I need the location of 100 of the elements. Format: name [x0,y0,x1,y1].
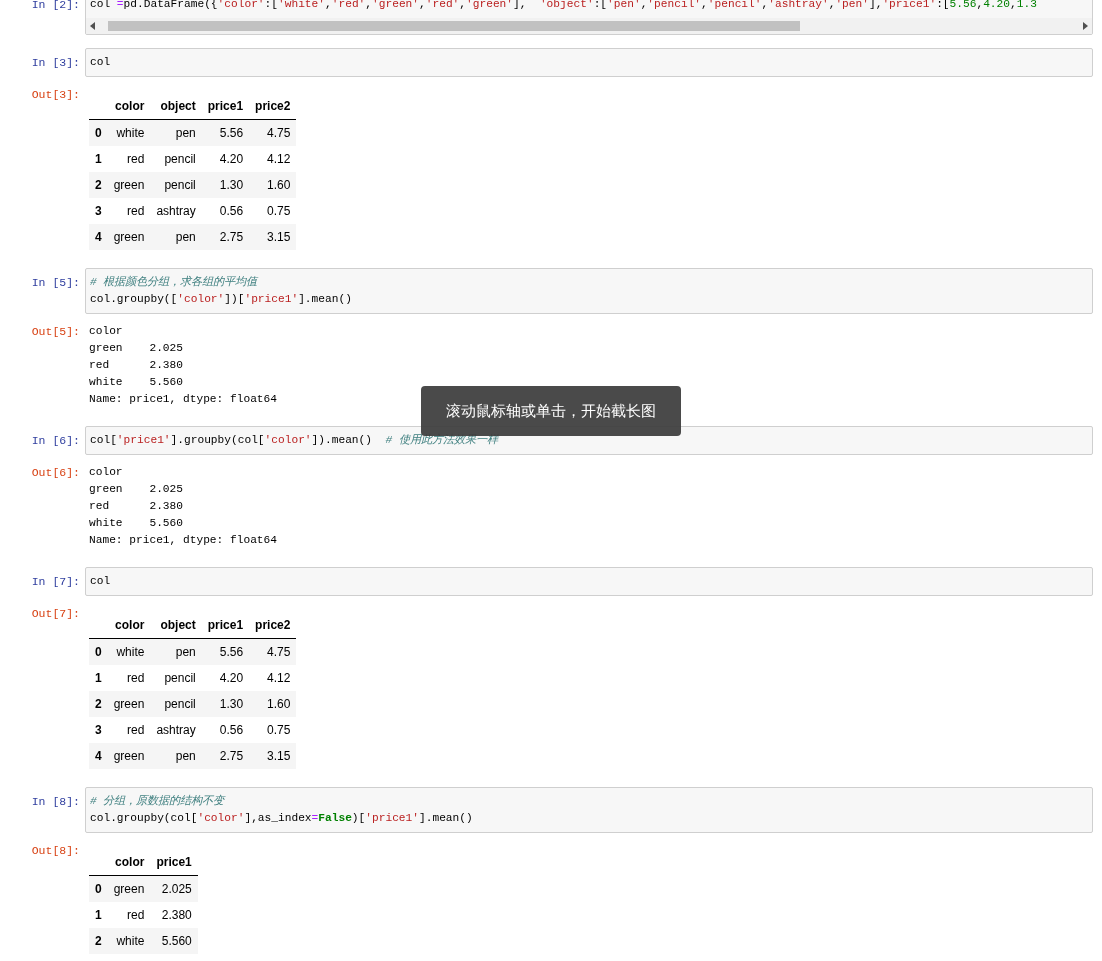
code-line: col.groupby(col['color'],as_index=False)['price1'].mean() [90,811,474,826]
table-cell: 4.12 [249,146,297,172]
output-line: red 2.380 [89,358,183,373]
column-header: price1 [150,849,198,876]
row-index: 1 [89,146,108,172]
input-prompt: In [8]: [30,794,81,810]
code-comment: # 根据颜色分组，求各组的平均值 [90,274,259,290]
column-header: price2 [249,612,297,639]
code-cell[interactable]: col['price1'].groupby(col['color']).mean() # 使用此方法效果一样 [85,426,1093,455]
table-cell: pen [150,224,202,250]
table-cell: red [107,198,151,224]
table-cell: pencil [150,146,202,172]
row-index: 0 [89,638,108,665]
table-cell: 2.75 [201,224,250,250]
output-line: color [89,465,123,480]
table-cell: 4.20 [201,146,250,172]
table-cell: ashtray [150,198,202,224]
table-cell: green [107,743,151,769]
output-line: white 5.560 [89,516,183,531]
table-cell: green [107,691,151,717]
row-index: 1 [89,902,108,928]
column-header: object [150,93,202,120]
table-cell: 2.380 [150,902,198,928]
table-cell: 3.15 [249,224,297,250]
code-line: col [90,55,112,70]
table-cell: 0.75 [249,198,297,224]
column-header: color [107,849,151,876]
table-cell: pen [150,743,202,769]
table-cell: 5.56 [201,119,250,146]
input-prompt: In [7]: [30,574,81,590]
column-header: object [150,612,202,639]
table-cell: 5.560 [150,928,198,954]
input-prompt: In [3]: [30,55,81,71]
output-prompt: Out[6]: [30,465,81,481]
output-line: green 2.025 [89,482,183,497]
table-cell: 2.025 [150,875,198,902]
table-cell: ashtray [150,717,202,743]
table-cell: 1.60 [249,172,297,198]
column-header: price2 [249,93,297,120]
output-prompt: Out[5]: [30,324,81,340]
code-line: col [90,574,112,589]
table-cell: white [107,928,151,954]
row-index: 3 [89,198,108,224]
table-cell: white [107,119,151,146]
column-header: price1 [201,93,250,120]
row-index: 0 [89,875,108,902]
table-cell: 0.75 [249,717,297,743]
table-cell: green [107,224,151,250]
output-prompt: Out[8]: [30,843,81,859]
table-cell: red [107,717,151,743]
table-cell: pen [150,119,202,146]
table-cell: 4.75 [249,638,297,665]
row-index: 2 [89,691,108,717]
table-cell: 2.75 [201,743,250,769]
output-prompt: Out[7]: [30,606,81,622]
code-cell[interactable]: col [85,48,1093,77]
code-line: col.groupby(['color'])['price1'].mean() [90,292,353,307]
output-line: color [89,324,123,339]
screenshot-toast: 滚动鼠标轴或单击，开始截长图 [421,386,681,436]
table-cell: 3.15 [249,743,297,769]
table-cell: 1.30 [201,172,250,198]
table-cell: 1.60 [249,691,297,717]
output-line: Name: price1, dtype: float64 [89,392,277,407]
code-cell[interactable]: col [85,567,1093,596]
table-cell: green [107,172,151,198]
code-cell[interactable]: # 分组，原数据的结构不变 col.groupby(col['color'],as_index=False)['price1'].mean() [85,787,1093,833]
row-index: 2 [89,172,108,198]
table-cell: pen [150,638,202,665]
output-line: white 5.560 [89,375,183,390]
row-index: 4 [89,224,108,250]
table-cell: red [107,146,151,172]
table-cell: 5.56 [201,638,250,665]
horizontal-scrollbar[interactable] [86,18,1092,34]
table-cell: pencil [150,665,202,691]
table-cell: red [107,665,151,691]
row-index: 3 [89,717,108,743]
code-cell[interactable]: # 根据颜色分组，求各组的平均值 col.groupby(['color'])['price1'].mean() [85,268,1093,314]
column-header: price1 [201,612,250,639]
input-prompt: In [5]: [30,275,81,291]
table-cell: 1.30 [201,691,250,717]
output-prompt: Out[3]: [30,87,81,103]
table-cell: 4.20 [201,665,250,691]
table-cell: pencil [150,172,202,198]
column-header: color [107,612,151,639]
row-index: 1 [89,665,108,691]
table-cell: 4.12 [249,665,297,691]
row-index: 0 [89,119,108,146]
table-cell: 0.56 [201,717,250,743]
table-cell: green [107,875,151,902]
input-prompt: In [2]: [30,0,81,13]
table-cell: red [107,902,151,928]
row-index: 4 [89,743,108,769]
code-comment: # 分组，原数据的结构不变 [90,793,227,809]
column-header: color [107,93,151,120]
table-cell: white [107,638,151,665]
table-cell: pencil [150,691,202,717]
table-cell: 0.56 [201,198,250,224]
output-line: Name: price1, dtype: float64 [89,533,277,548]
table-cell: 4.75 [249,119,297,146]
output-line: green 2.025 [89,341,183,356]
